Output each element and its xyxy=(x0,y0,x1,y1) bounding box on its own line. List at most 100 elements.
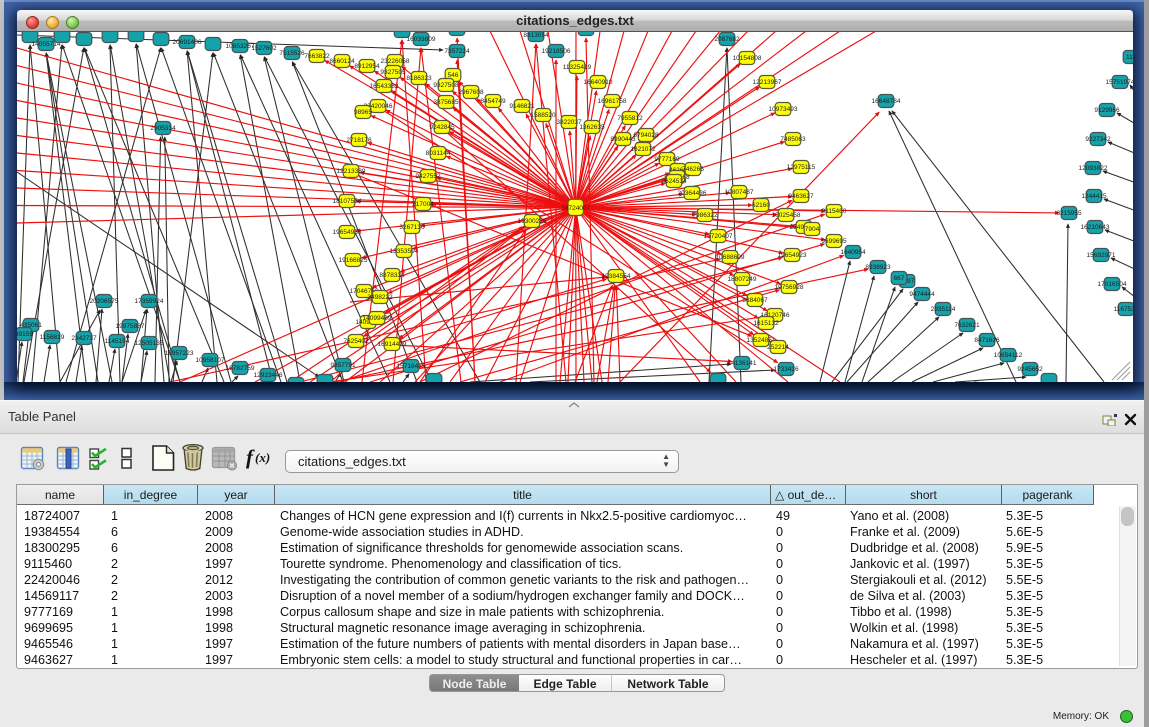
svg-text:9146821: 9146821 xyxy=(509,103,535,110)
svg-text:9242845: 9242845 xyxy=(429,124,455,131)
svg-text:15720407: 15720407 xyxy=(704,233,733,240)
svg-text:18107554: 18107554 xyxy=(333,198,362,205)
svg-text:7955812: 7955812 xyxy=(617,115,643,122)
svg-text:23226058: 23226058 xyxy=(381,58,410,65)
svg-text:(x): (x) xyxy=(255,450,270,465)
svg-text:9777169: 9777169 xyxy=(654,156,680,163)
svg-text:1588520: 1588520 xyxy=(530,112,556,119)
svg-text:2087682: 2087682 xyxy=(714,36,740,43)
svg-text:12505135: 12505135 xyxy=(135,340,164,347)
svg-text:12213967: 12213967 xyxy=(753,79,782,86)
svg-text:252214: 252214 xyxy=(767,344,789,351)
svg-text:1156819: 1156819 xyxy=(40,334,65,341)
svg-text:7485063: 7485063 xyxy=(780,136,806,143)
svg-text:13353594: 13353594 xyxy=(390,248,419,255)
svg-text:19218506: 19218506 xyxy=(542,48,571,55)
svg-text:217004: 217004 xyxy=(412,201,434,208)
svg-text:746266: 746266 xyxy=(682,166,704,173)
svg-text:7663822: 7663822 xyxy=(304,53,330,60)
svg-text:9115460: 9115460 xyxy=(822,208,847,215)
svg-text:19756928: 19756928 xyxy=(775,284,804,291)
svg-text:20364436: 20364436 xyxy=(678,190,707,197)
svg-text:111: 111 xyxy=(1126,54,1133,61)
svg-text:14099489: 14099489 xyxy=(363,315,392,322)
svg-text:10807487: 10807487 xyxy=(725,189,754,196)
svg-text:10025458: 10025458 xyxy=(772,212,801,219)
svg-text:2935114: 2935114 xyxy=(931,306,956,313)
svg-text:9699695: 9699695 xyxy=(821,238,847,245)
svg-text:1615132: 1615132 xyxy=(753,320,779,327)
svg-text:19975887: 19975887 xyxy=(116,323,145,330)
svg-text:3498222: 3498222 xyxy=(367,294,393,301)
svg-text:16782759: 16782759 xyxy=(226,365,255,372)
svg-text:62160: 62160 xyxy=(752,202,770,209)
svg-text:7625402: 7625402 xyxy=(343,338,369,345)
svg-text:8454749: 8454749 xyxy=(480,98,506,105)
svg-text:10154808: 10154808 xyxy=(733,55,762,62)
svg-text:16033809: 16033809 xyxy=(407,36,436,43)
svg-text:17016504: 17016504 xyxy=(1098,281,1127,288)
svg-text:8990443: 8990443 xyxy=(610,136,636,143)
svg-text:19654923: 19654923 xyxy=(778,252,807,259)
svg-text:14136141: 14136141 xyxy=(728,360,757,367)
svg-text:12213389: 12213389 xyxy=(337,168,366,175)
svg-text:3624534: 3624534 xyxy=(661,178,687,185)
svg-text:7632621: 7632621 xyxy=(954,322,980,329)
svg-text:8660124: 8660124 xyxy=(329,58,355,65)
svg-text:1733426: 1733426 xyxy=(773,366,799,373)
svg-text:8878334: 8878334 xyxy=(379,272,405,279)
svg-text:1621072: 1621072 xyxy=(630,146,656,153)
svg-text:9327508: 9327508 xyxy=(433,82,459,89)
svg-text:1527602: 1527602 xyxy=(251,45,277,52)
svg-text:8912954: 8912954 xyxy=(354,63,380,70)
svg-text:9227342: 9227342 xyxy=(1085,136,1111,143)
svg-text:1244415: 1244415 xyxy=(1081,193,1107,200)
svg-text:16640910: 16640910 xyxy=(584,79,613,86)
svg-text:9129966: 9129966 xyxy=(1094,107,1120,114)
svg-text:2905334: 2905334 xyxy=(150,125,176,132)
svg-text:8471626: 8471626 xyxy=(974,337,1000,344)
svg-text:18724007: 18724007 xyxy=(561,205,590,212)
svg-text:16543382: 16543382 xyxy=(370,83,399,90)
svg-text:10654112: 10654112 xyxy=(994,352,1023,359)
svg-text:2967608: 2967608 xyxy=(458,89,484,96)
svg-text:9463627: 9463627 xyxy=(788,193,814,200)
svg-text:667: 667 xyxy=(894,275,905,282)
svg-text:9857791: 9857791 xyxy=(330,362,356,369)
svg-text:7904: 7904 xyxy=(805,226,820,233)
svg-text:6794028: 6794028 xyxy=(633,132,659,139)
svg-text:9327505: 9327505 xyxy=(380,69,406,76)
svg-text:10973493: 10973493 xyxy=(769,106,798,113)
svg-text:8186323: 8186323 xyxy=(406,75,432,82)
svg-text:15692971: 15692971 xyxy=(1087,252,1116,259)
svg-text:12093822: 12093822 xyxy=(1079,165,1108,172)
svg-text:39159: 39159 xyxy=(17,331,33,338)
svg-text:7986322: 7986322 xyxy=(692,212,718,219)
svg-text:17957223: 17957223 xyxy=(165,350,194,357)
svg-text:8215955: 8215955 xyxy=(1056,210,1082,217)
svg-text:16914479: 16914479 xyxy=(378,341,407,348)
svg-text:9427552: 9427552 xyxy=(415,173,441,180)
svg-text:8813054: 8813054 xyxy=(523,32,549,39)
svg-text:19654935: 19654935 xyxy=(333,229,362,236)
svg-text:18807249: 18807249 xyxy=(728,276,757,283)
svg-text:1640954: 1640954 xyxy=(840,249,866,256)
svg-text:9474444: 9474444 xyxy=(909,291,935,298)
svg-text:3267130: 3267130 xyxy=(399,224,425,231)
svg-text:3875685: 3875685 xyxy=(433,99,459,106)
svg-text:16961758: 16961758 xyxy=(598,98,627,105)
svg-text:9245652: 9245652 xyxy=(1017,366,1043,373)
svg-text:19300235: 19300235 xyxy=(518,218,547,225)
svg-text:20206575: 20206575 xyxy=(90,298,119,305)
svg-text:f: f xyxy=(246,445,255,469)
svg-text:98965: 98965 xyxy=(354,109,372,116)
svg-text:8938923: 8938923 xyxy=(865,264,891,271)
svg-text:19166825: 19166825 xyxy=(339,257,368,264)
svg-text:7515526: 7515526 xyxy=(279,50,305,57)
svg-text:1362635: 1362635 xyxy=(579,124,605,131)
svg-text:8031144: 8031144 xyxy=(426,150,451,157)
svg-text:7357224: 7357224 xyxy=(444,48,470,55)
svg-text:1145194: 1145194 xyxy=(105,338,130,345)
svg-text:9884067: 9884067 xyxy=(742,297,768,304)
svg-text:11325419: 11325419 xyxy=(563,64,592,71)
